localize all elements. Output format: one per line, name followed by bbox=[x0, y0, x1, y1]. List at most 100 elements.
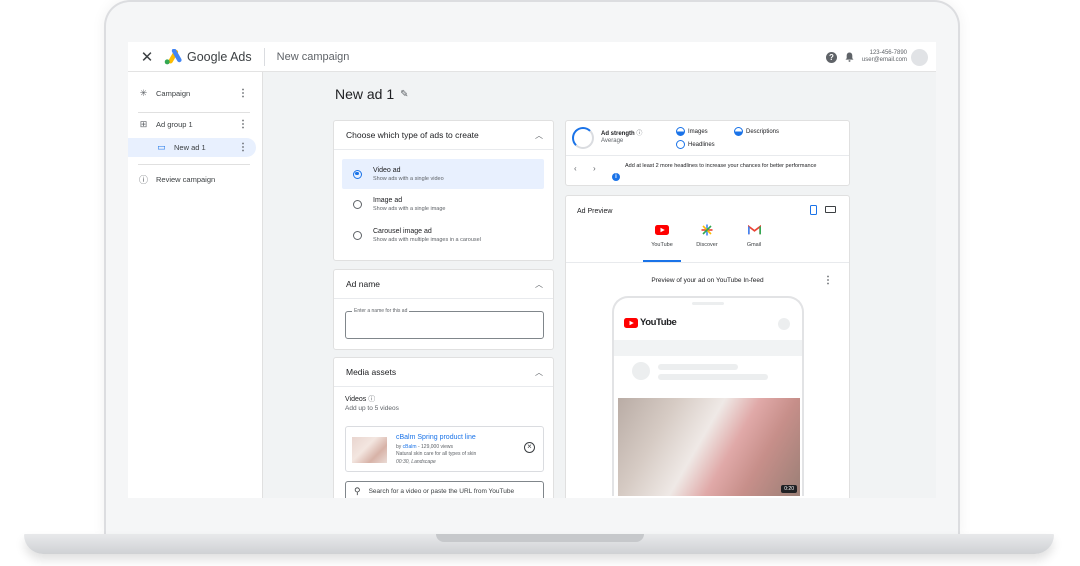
sidebar: ✳ Campaign ⋮ ⊞ Ad group 1 ⋮ ▭ New ad 1 ⋮… bbox=[128, 72, 263, 498]
chevron-up-icon[interactable]: ︿ bbox=[535, 130, 543, 141]
empty-circle-icon bbox=[676, 140, 685, 149]
help-icon[interactable]: ⓘ bbox=[636, 131, 642, 137]
ad-name-field[interactable]: Enter a name for this ad bbox=[345, 308, 544, 339]
top-bar: ✕ Google Ads New campaign ? 123-456-7890… bbox=[128, 42, 936, 72]
check-images: Images bbox=[676, 127, 708, 136]
platform-tab-youtube[interactable]: YouTube bbox=[642, 222, 682, 248]
option-video-ad[interactable]: Video ad Show ads with a single video bbox=[342, 159, 544, 189]
divider bbox=[566, 155, 849, 156]
option-title: Video ad bbox=[373, 166, 401, 174]
check-descriptions: Descriptions bbox=[734, 127, 779, 136]
videos-hint: Add up to 5 videos bbox=[345, 405, 399, 412]
option-title: Image ad bbox=[373, 196, 403, 204]
sidebar-item-campaign[interactable]: ✳ Campaign ⋮ bbox=[128, 84, 263, 103]
platform-tab-discover[interactable]: Discover bbox=[687, 222, 727, 248]
video-search-input[interactable]: ⚲ Search for a video or paste the URL fr… bbox=[345, 481, 544, 498]
info-icon: ⓘ bbox=[138, 175, 148, 185]
edit-pencil-icon[interactable]: ✎ bbox=[400, 89, 408, 100]
ad-strength-label-row: Ad strength ⓘ bbox=[601, 128, 642, 137]
half-circle-icon bbox=[676, 127, 685, 136]
radio-unselected[interactable] bbox=[353, 199, 362, 209]
media-assets-heading: Media assets bbox=[346, 367, 397, 377]
mobile-device-icon[interactable] bbox=[810, 205, 817, 215]
ad-type-heading: Choose which type of ads to create bbox=[346, 130, 479, 140]
option-subtitle: Show ads with a single image bbox=[373, 205, 446, 212]
skeleton-line bbox=[658, 364, 738, 370]
help-icon[interactable]: ? bbox=[825, 51, 837, 63]
videos-label-text: Videos bbox=[345, 396, 367, 403]
youtube-brand: YouTube bbox=[640, 317, 677, 328]
account-info: 123-456-7890 user@email.com bbox=[862, 50, 907, 64]
option-carousel-ad[interactable]: Carousel image ad Show ads with multiple… bbox=[342, 220, 544, 250]
video-search-placeholder: Search for a video or paste the URL from… bbox=[368, 488, 515, 495]
account-email: user@email.com bbox=[861, 57, 907, 63]
sidebar-item-review[interactable]: ⓘ Review campaign bbox=[128, 170, 263, 189]
chevron-left-icon[interactable]: ‹ bbox=[574, 164, 577, 173]
platform-label: Discover bbox=[696, 242, 718, 248]
brand-name: Google Ads bbox=[187, 49, 252, 64]
option-image-ad[interactable]: Image ad Show ads with a single image bbox=[342, 189, 544, 219]
ad-name-header[interactable]: Ad name ︿ bbox=[334, 270, 553, 299]
bell-icon[interactable] bbox=[845, 52, 854, 62]
info-icon: i bbox=[612, 165, 620, 183]
skeleton-line bbox=[658, 374, 768, 380]
sidebar-item-new-ad[interactable]: ▭ New ad 1 ⋮ bbox=[128, 138, 256, 157]
option-subtitle: Show ads with a single video bbox=[373, 175, 444, 182]
help-icon[interactable]: ⓘ bbox=[368, 396, 375, 403]
phone-mockup: YouTube 0:20 bbox=[612, 296, 804, 496]
platform-tab-gmail[interactable]: Gmail bbox=[734, 222, 774, 248]
ad-name-heading: Ad name bbox=[346, 279, 381, 289]
avatar[interactable] bbox=[911, 48, 928, 66]
google-ads-logo: Google Ads bbox=[164, 48, 252, 65]
skeleton-chip-bar bbox=[614, 340, 802, 356]
desktop-device-icon[interactable] bbox=[825, 206, 836, 213]
app-screen: ✕ Google Ads New campaign ? 123-456-7890… bbox=[128, 42, 936, 498]
check-label: Images bbox=[688, 129, 708, 136]
check-headlines: Headlines bbox=[676, 140, 715, 149]
sidebar-divider bbox=[138, 112, 250, 113]
ad-video-preview[interactable]: 0:20 bbox=[618, 398, 800, 496]
avatar bbox=[778, 318, 790, 330]
radio-unselected[interactable] bbox=[353, 230, 362, 240]
video-by: by bbox=[396, 444, 403, 450]
chevron-up-icon[interactable]: ︿ bbox=[535, 279, 543, 290]
remove-icon[interactable]: × bbox=[524, 442, 535, 453]
divider bbox=[566, 262, 849, 263]
platform-label: YouTube bbox=[651, 242, 673, 248]
divider bbox=[263, 47, 265, 66]
more-vert-icon[interactable]: ⋮ bbox=[238, 88, 248, 99]
chevron-up-icon[interactable]: ︿ bbox=[535, 367, 543, 378]
sidebar-item-label: Ad group 1 bbox=[156, 120, 193, 129]
close-icon[interactable]: ✕ bbox=[138, 48, 156, 66]
account-phone: 123-456-7890 bbox=[869, 50, 907, 56]
chevron-right-icon[interactable]: › bbox=[593, 164, 596, 173]
ad-type-card: Choose which type of ads to create ︿ Vid… bbox=[333, 120, 554, 261]
ad-strength-label: Ad strength bbox=[601, 131, 635, 137]
preview-caption: Preview of your ad on YouTube In-feed bbox=[651, 277, 764, 284]
gmail-icon bbox=[734, 222, 774, 238]
search-icon: ⚲ bbox=[354, 486, 361, 496]
ad-preview-heading: Ad Preview bbox=[577, 208, 613, 215]
video-asset[interactable]: cBalm Spring product line by cBalm - 129… bbox=[345, 426, 544, 472]
account-area: ? 123-456-7890 user@email.com bbox=[825, 42, 928, 72]
media-assets-header[interactable]: Media assets ︿ bbox=[334, 358, 553, 387]
video-byline: by cBalm - 129,000 views bbox=[396, 444, 453, 450]
laptop-notch bbox=[436, 534, 644, 542]
ad-strength-tip: Add at least 2 more headlines to increas… bbox=[625, 163, 817, 169]
ad-strength-value: Average bbox=[601, 138, 624, 144]
video-title[interactable]: cBalm Spring product line bbox=[396, 434, 476, 441]
more-vert-icon[interactable]: ⋮ bbox=[823, 275, 833, 286]
platform-label: Gmail bbox=[746, 242, 762, 248]
videos-label: Videos ⓘ bbox=[345, 394, 375, 404]
ad-name-input[interactable] bbox=[346, 312, 543, 338]
more-vert-icon[interactable]: ⋮ bbox=[238, 142, 248, 153]
check-label: Headlines bbox=[688, 142, 715, 149]
sidebar-item-ad-group[interactable]: ⊞ Ad group 1 ⋮ bbox=[128, 115, 263, 134]
skeleton-avatar bbox=[632, 362, 650, 380]
video-channel[interactable]: cBalm bbox=[403, 444, 417, 450]
more-vert-icon[interactable]: ⋮ bbox=[238, 119, 248, 130]
video-description: Natural skin care for all types of skin bbox=[396, 451, 477, 457]
ad-type-header[interactable]: Choose which type of ads to create ︿ bbox=[334, 121, 553, 150]
sidebar-divider bbox=[138, 164, 250, 165]
radio-selected[interactable] bbox=[353, 169, 362, 179]
